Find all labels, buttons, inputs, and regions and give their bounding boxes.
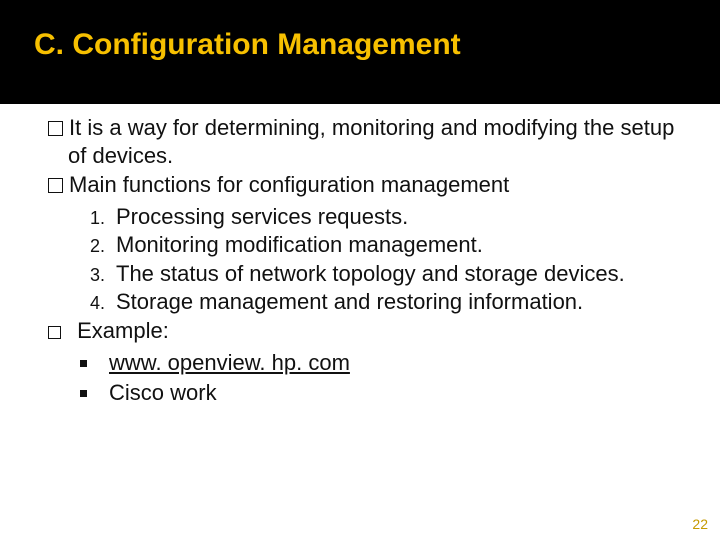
bullet-text-rest: functions for configuration management xyxy=(117,172,510,197)
square-bullet-icon xyxy=(80,360,87,367)
numbered-list: Processing services requests. Monitoring… xyxy=(24,203,696,316)
example-label: Example: xyxy=(71,318,169,343)
list-item: Monitoring modification management. xyxy=(110,231,696,259)
sub-bullet-item: Cisco work xyxy=(80,378,696,408)
sub-bullet-link: www. openview. hp. com xyxy=(80,348,696,378)
bullet-definition: It is a way for determining, monitoring … xyxy=(24,114,696,169)
hollow-square-icon xyxy=(48,121,63,136)
bullet-text-prefix: Main xyxy=(69,172,117,197)
page-number: 22 xyxy=(692,516,708,532)
list-item: Processing services requests. xyxy=(110,203,696,231)
slide: C. Configuration Management It is a way … xyxy=(0,0,720,540)
list-item: Storage management and restoring informa… xyxy=(110,288,696,316)
slide-body: It is a way for determining, monitoring … xyxy=(0,104,720,540)
bullet-example: Example: xyxy=(24,318,696,344)
list-item: The status of network topology and stora… xyxy=(110,260,696,288)
bullet-text-rest: is a way for determining, monitoring and… xyxy=(68,115,674,168)
square-bullet-icon xyxy=(80,390,87,397)
link-text[interactable]: www. openview. hp. com xyxy=(109,350,350,375)
hollow-square-icon xyxy=(48,326,61,339)
sub-bullet-list: www. openview. hp. com Cisco work xyxy=(24,348,696,408)
sub-bullet-text: Cisco work xyxy=(109,380,217,405)
slide-title: C. Configuration Management xyxy=(0,0,720,62)
bullet-main-functions: Main functions for configuration managem… xyxy=(24,171,696,199)
hollow-square-icon xyxy=(48,178,63,193)
bullet-text-prefix: It xyxy=(69,115,81,140)
